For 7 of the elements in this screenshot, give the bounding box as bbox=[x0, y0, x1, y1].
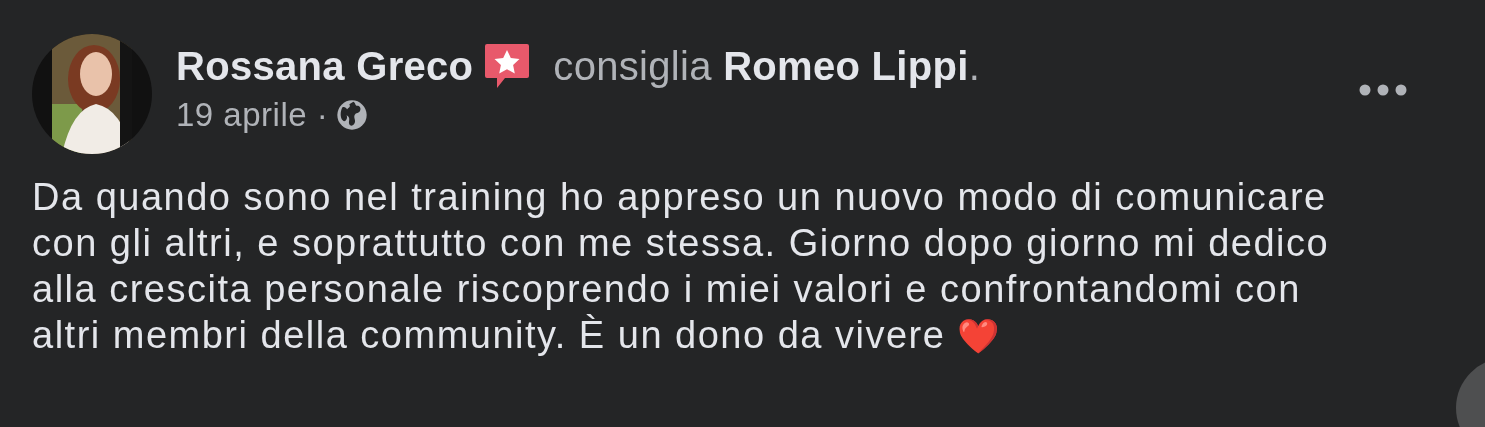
star-badge-icon bbox=[483, 42, 532, 90]
more-options-icon[interactable] bbox=[1359, 84, 1407, 96]
globe-icon bbox=[336, 99, 369, 131]
post-text: Da quando sono nel training ho appreso un nuovo modo di comunicare con gli altri, e soprattutto con me stessa. Giorno dopo giorno mi dedico alla crescita personale riscoprendo i miei valori e confrontandomi con altri membri della community. È un dono da vivere ❤ bbox=[32, 176, 1330, 356]
action-text: consiglia Romeo Lippi. bbox=[553, 43, 981, 89]
post-date[interactable]: 19 aprile · bbox=[176, 96, 329, 134]
author-link[interactable]: Rossana Greco bbox=[176, 43, 474, 89]
